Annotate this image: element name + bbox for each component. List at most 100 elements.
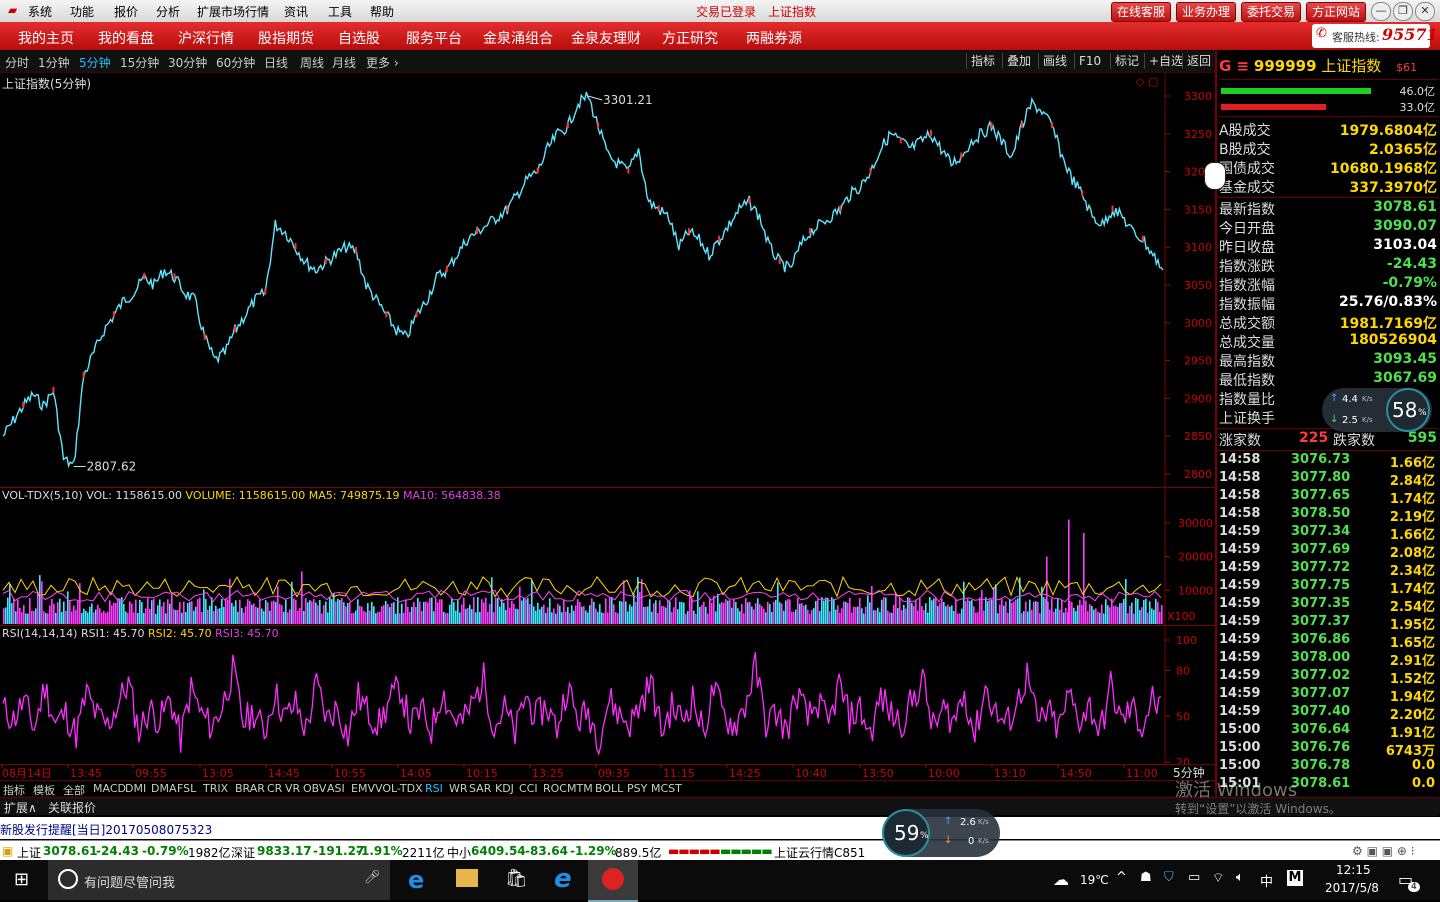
nav-service[interactable]: 服务平台	[406, 28, 462, 48]
active-app-tab[interactable]	[588, 860, 638, 902]
indicator-tab-dmi[interactable]: DMI	[125, 782, 146, 795]
nav-research[interactable]: 方正研究	[662, 28, 718, 48]
indicator-tab-trix[interactable]: TRIX	[203, 782, 228, 795]
tick-row[interactable]: 14:59 3077.40 2.20亿	[1219, 704, 1437, 723]
restore-icon[interactable]: ❐	[1393, 2, 1413, 21]
tool-f10[interactable]: F10	[1074, 53, 1105, 69]
period-daily[interactable]: 日线	[264, 54, 288, 71]
tick-row[interactable]: 15:00 3076.78 0.0	[1219, 758, 1437, 776]
nav-watchlist[interactable]: 自选股	[338, 28, 380, 48]
tick-row[interactable]: 14:59 3078.00 2.91亿	[1219, 650, 1437, 669]
indicator-tab-mcst[interactable]: MCST	[651, 782, 682, 795]
tool-indicator[interactable]: 指标	[966, 53, 999, 69]
search-placeholder[interactable]: 有问题尽管问我	[84, 872, 175, 891]
online-service-button[interactable]: 在线客服	[1111, 2, 1172, 22]
ime-indicator[interactable]: 中	[1260, 871, 1273, 890]
tray-app-icon[interactable]: ☗	[1140, 870, 1152, 885]
menu-item-help[interactable]: 帮助	[370, 3, 394, 20]
indicator-tab-指标[interactable]: 指标	[3, 782, 25, 798]
indicator-tab-mtm[interactable]: MTM	[567, 782, 593, 795]
cloud-quote-label[interactable]: 上证云行情C851	[774, 844, 865, 861]
windows-start-icon[interactable]: ⊞	[14, 869, 29, 890]
tick-row[interactable]: 14:58 3078.50 2.19亿	[1219, 506, 1437, 525]
tick-row[interactable]: 14:59 3077.07 1.94亿	[1219, 686, 1437, 705]
news-text[interactable]: 新股发行提醒[当日]20170508075323	[0, 821, 212, 838]
period-1min[interactable]: 1分钟	[38, 54, 70, 71]
tick-row[interactable]: 14:58 3076.73 1.66亿	[1219, 452, 1437, 471]
edge-icon[interactable]: e	[408, 866, 424, 894]
nav-my-view[interactable]: 我的看盘	[98, 28, 154, 48]
website-button[interactable]: 方正网站	[1306, 2, 1367, 22]
network-speed-widget-bottom[interactable]: 59 % ↑ 2.6 K/s ↓ 0 K/s	[882, 809, 1000, 857]
tool-overlay[interactable]: 叠加	[1002, 53, 1035, 69]
indicator-tab-sar[interactable]: SAR	[469, 782, 491, 795]
tick-row[interactable]: 15:00 3076.64 1.91亿	[1219, 722, 1437, 741]
period-weekly[interactable]: 周线	[300, 54, 324, 71]
minimize-icon[interactable]: —	[1371, 2, 1391, 21]
indicator-tab-roc[interactable]: ROC	[543, 782, 567, 795]
microphone-icon[interactable]: 🎤︎	[364, 870, 381, 885]
tray-expand-icon[interactable]: ^	[1116, 870, 1127, 885]
indicator-tab-kdj[interactable]: KDJ	[495, 782, 514, 795]
nav-portfolio[interactable]: 金泉涌组合	[483, 28, 553, 48]
tick-row[interactable]: 14:58 3077.80 2.84亿	[1219, 470, 1437, 489]
menu-item-function[interactable]: 功能	[70, 3, 94, 20]
weather-temp[interactable]: 19℃	[1080, 873, 1109, 887]
tick-row[interactable]: 14:59 3077.35 2.54亿	[1219, 596, 1437, 615]
period-60min[interactable]: 60分钟	[216, 54, 255, 71]
clock-date[interactable]: 2017/5/8	[1325, 881, 1379, 895]
wifi-icon[interactable]: ⌔	[1212, 870, 1224, 886]
shield-icon[interactable]: ⛉	[1164, 870, 1174, 885]
tick-row[interactable]: 14:59 3077.75 1.74亿	[1219, 578, 1437, 597]
menu-item-ext-market[interactable]: 扩展市场行情	[197, 3, 269, 20]
menu-item-system[interactable]: 系统	[28, 3, 52, 20]
menu-item-analysis[interactable]: 分析	[156, 3, 180, 20]
news-ticker[interactable]: 新股发行提醒[当日]20170508075323	[0, 817, 1440, 839]
business-button[interactable]: 业务办理	[1176, 2, 1237, 22]
nav-finance[interactable]: 金泉友理财	[571, 28, 641, 48]
store-icon[interactable]: 🛍︎	[505, 868, 528, 889]
taskbar-search[interactable]: 有问题尽管问我 🎤︎	[48, 860, 390, 900]
indicator-tab-macd[interactable]: MACD	[93, 782, 126, 795]
tray-icons[interactable]: ⚙ ▣ ▣ ⊕ ⁝	[1352, 844, 1415, 858]
indicator-tab-模板[interactable]: 模板	[33, 782, 55, 798]
period-monthly[interactable]: 月线	[332, 54, 356, 71]
tick-row[interactable]: 14:59 3077.37 1.95亿	[1219, 614, 1437, 633]
clock-time[interactable]: 12:15	[1336, 863, 1371, 877]
tick-row[interactable]: 14:59 3077.72 2.34亿	[1219, 560, 1437, 579]
nav-margin[interactable]: 两融券源	[746, 28, 802, 48]
volume-icon[interactable]: 🔈︎	[1236, 870, 1244, 885]
indicator-tab-vr[interactable]: VR	[285, 782, 300, 795]
indicator-tab-wr[interactable]: WR	[449, 782, 468, 795]
indicator-tab-obv[interactable]: OBV	[303, 782, 326, 795]
trade-button[interactable]: 委托交易	[1241, 2, 1302, 22]
period-timeshare[interactable]: 分时	[5, 54, 29, 71]
related-quote-button[interactable]: 关联报价	[48, 799, 96, 816]
sz-name[interactable]: 深证	[231, 844, 255, 861]
tick-row[interactable]: 14:59 3077.02 1.52亿	[1219, 668, 1437, 687]
file-explorer-icon[interactable]	[456, 869, 478, 887]
tick-row[interactable]: 14:59 3077.69 2.08亿	[1219, 542, 1437, 561]
menu-item-news[interactable]: 资讯	[284, 3, 308, 20]
indicator-tab-cci[interactable]: CCI	[519, 782, 538, 795]
indicator-tab-dma[interactable]: DMA	[151, 782, 177, 795]
chart-area[interactable]: 上证指数(5分钟) ◇ ▢ 3300 3250 3200 3150 3100 3050 30…	[0, 72, 1215, 782]
menu-item-quote[interactable]: 报价	[114, 3, 138, 20]
period-more[interactable]: 更多 ›	[366, 54, 399, 71]
network-speed-widget-right[interactable]: 58 % ↑ 4.4 K/s ↓ 2.5 K/s	[1322, 388, 1432, 432]
indicator-tab-asi[interactable]: ASI	[327, 782, 345, 795]
indicator-tab-cr[interactable]: CR	[267, 782, 282, 795]
tray-device-icon[interactable]: ▭	[1188, 870, 1200, 885]
tool-mark[interactable]: 标记	[1110, 53, 1143, 69]
weather-cloud-icon[interactable]: ☁	[1053, 870, 1069, 889]
nav-futures[interactable]: 股指期货	[258, 28, 314, 48]
nav-home[interactable]: 我的主页	[18, 28, 74, 48]
indicator-tab-vol-tdx[interactable]: VOL-TDX	[375, 782, 423, 795]
zx-name[interactable]: 中小	[447, 844, 471, 861]
tick-row[interactable]: 15:00 3076.76 6743万	[1219, 740, 1437, 759]
close-icon[interactable]: ✕	[1415, 2, 1435, 21]
tool-back[interactable]: 返回	[1182, 53, 1215, 69]
period-5min[interactable]: 5分钟	[79, 54, 111, 71]
sh-name[interactable]: 上证	[17, 844, 41, 861]
tool-draw[interactable]: 画线	[1038, 53, 1071, 69]
